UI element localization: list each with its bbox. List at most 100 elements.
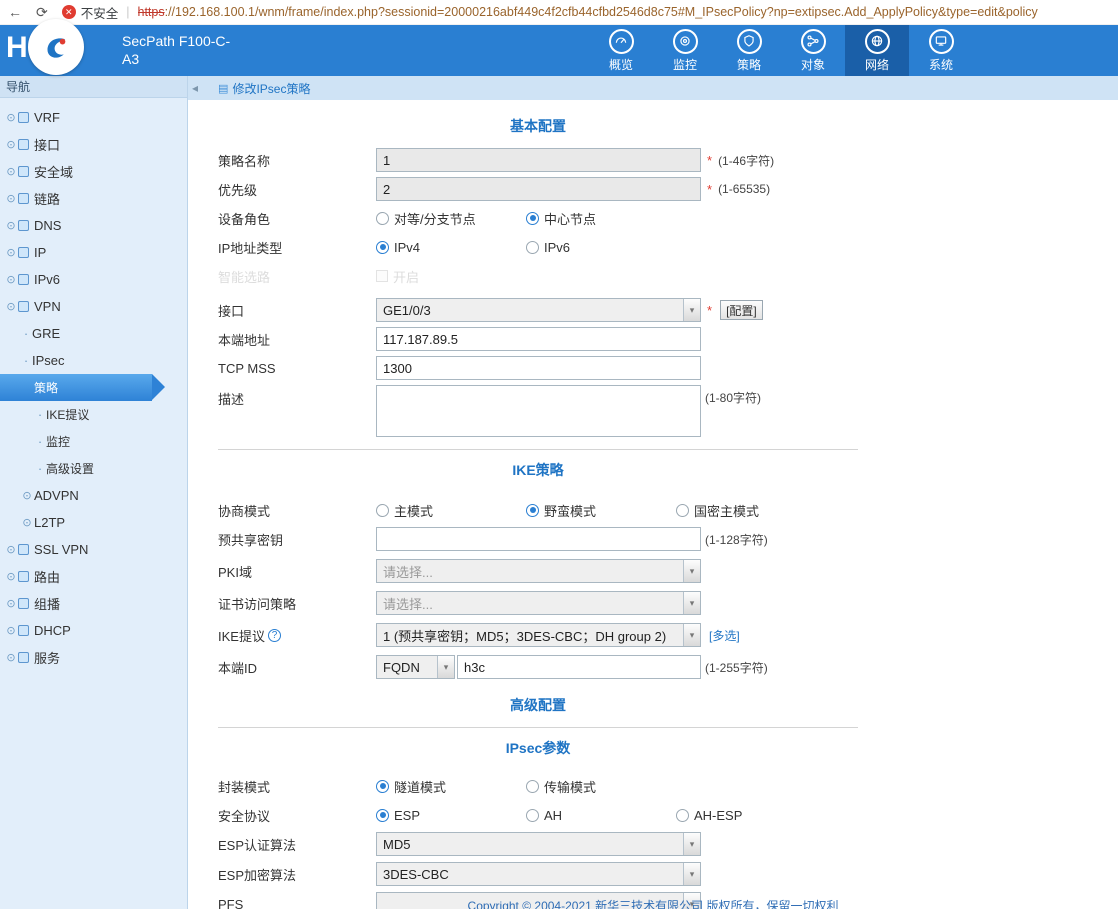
required-asterisk: * bbox=[707, 182, 712, 197]
priority-label: 优先级 bbox=[218, 180, 376, 199]
interface-config-button[interactable]: [配置] bbox=[720, 300, 763, 320]
radio-checked-icon bbox=[526, 504, 539, 517]
device-role-option-branch[interactable]: 对等/分支节点 bbox=[376, 209, 526, 228]
copyright-text: Copyright © 2004-2021 新华三技术有限公司 版权所有，保留一… bbox=[188, 897, 1118, 909]
sidebar-item-ssl-vpn[interactable]: ⊙SSL VPN bbox=[0, 536, 187, 563]
priority-hint: (1-65535) bbox=[718, 182, 770, 196]
sidebar-item-services[interactable]: ⊙服务 bbox=[0, 644, 187, 671]
negotiation-mode-row: 协商模式 主模式 野蛮模式 国密主模式 bbox=[218, 498, 858, 522]
sidebar-item-l2tp[interactable]: ⊙L2TP bbox=[0, 509, 187, 536]
mode-option-main[interactable]: 主模式 bbox=[376, 501, 526, 520]
encap-option-tunnel[interactable]: 隧道模式 bbox=[376, 777, 526, 796]
security-protocol-label: 安全协议 bbox=[218, 806, 376, 825]
psk-label: 预共享密钥 bbox=[218, 530, 376, 549]
nav-item-monitor[interactable]: 监控 bbox=[653, 25, 717, 76]
sidebar-item-dns[interactable]: ⊙DNS bbox=[0, 212, 187, 239]
psk-input[interactable] bbox=[376, 527, 701, 551]
sidebar-item-advpn[interactable]: ⊙ADVPN bbox=[0, 482, 187, 509]
radio-icon bbox=[676, 504, 689, 517]
nav-item-network[interactable]: 网络 bbox=[845, 25, 909, 76]
priority-row: 优先级 * (1-65535) bbox=[218, 177, 858, 201]
nav-item-system[interactable]: 系统 bbox=[909, 25, 973, 76]
sidebar-item-ipsec[interactable]: ·IPsec bbox=[0, 347, 187, 374]
cert-policy-select[interactable]: 请选择... ▾ bbox=[376, 591, 701, 615]
local-id-hint: (1-255字符) bbox=[705, 659, 768, 676]
chevron-down-icon: ▾ bbox=[683, 299, 700, 321]
url-text: ://192.168.100.1/wnm/frame/index.php?ses… bbox=[165, 5, 1038, 19]
advanced-config-link[interactable]: 高级配置 bbox=[218, 695, 858, 715]
sidebar-item-dhcp[interactable]: ⊙DHCP bbox=[0, 617, 187, 644]
local-address-input[interactable] bbox=[376, 327, 701, 351]
sidebar-item-multicast[interactable]: ⊙组播 bbox=[0, 590, 187, 617]
sidebar-item-interface[interactable]: ⊙接口 bbox=[0, 131, 187, 158]
smart-link-enable-checkbox[interactable]: 开启 bbox=[376, 267, 526, 286]
routing-icon bbox=[18, 571, 29, 582]
tcp-mss-row: TCP MSS bbox=[218, 356, 858, 380]
priority-input[interactable] bbox=[376, 177, 701, 201]
encap-option-transport[interactable]: 传输模式 bbox=[526, 777, 676, 796]
expander-icon: ⊙ bbox=[4, 597, 18, 610]
ipsec-policy-form: 基本配置 策略名称 * (1-46字符) 优先级 * (1-65535) 设备角… bbox=[218, 116, 858, 909]
collapse-sidebar-icon[interactable]: ◂ bbox=[192, 81, 198, 95]
sidebar-item-ike-proposal[interactable]: ·IKE提议 bbox=[0, 401, 187, 428]
protocol-option-esp[interactable]: ESP bbox=[376, 808, 526, 823]
required-asterisk: * bbox=[707, 153, 712, 168]
chevron-down-icon: ▾ bbox=[437, 656, 454, 678]
sidebar-item-routing[interactable]: ⊙路由 bbox=[0, 563, 187, 590]
refresh-icon[interactable]: ⟳ bbox=[36, 4, 48, 21]
address-bar[interactable]: https://192.168.100.1/wnm/frame/index.ph… bbox=[138, 5, 1038, 19]
url-separator: | bbox=[126, 5, 129, 19]
bullet-icon: · bbox=[34, 461, 46, 476]
radio-icon bbox=[526, 809, 539, 822]
sidebar-item-ipsec-policy[interactable]: 策略 bbox=[0, 374, 152, 401]
expander-icon: ⊙ bbox=[4, 219, 18, 232]
ip-type-option-ipv4[interactable]: IPv4 bbox=[376, 240, 526, 255]
ike-proposal-row: IKE提议 ? 1 (预共享密钥；MD5；3DES-CBC；DH group 2… bbox=[218, 623, 858, 647]
esp-auth-select[interactable]: MD5 ▾ bbox=[376, 832, 701, 856]
ip-type-option-ipv6[interactable]: IPv6 bbox=[526, 240, 676, 255]
pki-domain-select[interactable]: 请选择... ▾ bbox=[376, 559, 701, 583]
device-role-option-hub[interactable]: 中心节点 bbox=[526, 209, 676, 228]
expander-icon: ⊙ bbox=[4, 165, 18, 178]
local-address-row: 本端地址 bbox=[218, 327, 858, 351]
interface-select[interactable]: GE1/0/3 ▾ bbox=[376, 298, 701, 322]
local-id-input[interactable] bbox=[457, 655, 701, 679]
tcp-mss-input[interactable] bbox=[376, 356, 701, 380]
sidebar-item-ipv6[interactable]: ⊙IPv6 bbox=[0, 266, 187, 293]
sidebar-item-security-zone[interactable]: ⊙安全域 bbox=[0, 158, 187, 185]
radio-icon bbox=[376, 504, 389, 517]
esp-enc-select[interactable]: 3DES-CBC ▾ bbox=[376, 862, 701, 886]
sidebar-item-vrf[interactable]: ⊙VRF bbox=[0, 104, 187, 131]
help-icon[interactable]: ? bbox=[268, 629, 281, 642]
url-scheme: https bbox=[138, 5, 165, 19]
ike-proposal-select[interactable]: 1 (预共享密钥；MD5；3DES-CBC；DH group 2) ▾ bbox=[376, 623, 701, 647]
share-nodes-icon bbox=[801, 29, 826, 54]
mode-option-aggressive[interactable]: 野蛮模式 bbox=[526, 501, 676, 520]
sidebar-item-gre[interactable]: ·GRE bbox=[0, 320, 187, 347]
multi-select-link[interactable]: [多选] bbox=[709, 627, 740, 644]
local-id-type-select[interactable]: FQDN ▾ bbox=[376, 655, 455, 679]
sidebar-item-ip[interactable]: ⊙IP bbox=[0, 239, 187, 266]
local-address-label: 本端地址 bbox=[218, 330, 376, 349]
sidebar-item-ipsec-monitor[interactable]: ·监控 bbox=[0, 428, 187, 455]
description-row: 描述 (1-80字符) bbox=[218, 385, 858, 437]
protocol-option-ah[interactable]: AH bbox=[526, 808, 676, 823]
protocol-option-ah-esp[interactable]: AH-ESP bbox=[676, 808, 826, 823]
policy-name-input[interactable] bbox=[376, 148, 701, 172]
encap-mode-label: 封装模式 bbox=[218, 777, 376, 796]
mode-option-gm-main[interactable]: 国密主模式 bbox=[676, 501, 826, 520]
expander-icon: ⊙ bbox=[4, 624, 18, 637]
sidebar-item-vpn[interactable]: ⊙VPN bbox=[0, 293, 187, 320]
negotiation-mode-label: 协商模式 bbox=[218, 501, 376, 520]
sidebar-item-link[interactable]: ⊙链路 bbox=[0, 185, 187, 212]
nav-item-objects[interactable]: 对象 bbox=[781, 25, 845, 76]
description-textarea[interactable] bbox=[376, 385, 701, 437]
nav-item-overview[interactable]: 概览 bbox=[589, 25, 653, 76]
insecure-label[interactable]: 不安全 bbox=[81, 3, 119, 22]
section-title-ipsec: IPsec参数 bbox=[218, 738, 858, 758]
sidebar-item-advanced-settings[interactable]: ·高级设置 bbox=[0, 455, 187, 482]
back-icon[interactable]: ← bbox=[8, 4, 22, 20]
nav-item-policy[interactable]: 策略 bbox=[717, 25, 781, 76]
tab-modify-ipsec-policy[interactable]: ▤ 修改IPsec策略 bbox=[208, 76, 320, 100]
expander-icon: ⊙ bbox=[4, 570, 18, 583]
